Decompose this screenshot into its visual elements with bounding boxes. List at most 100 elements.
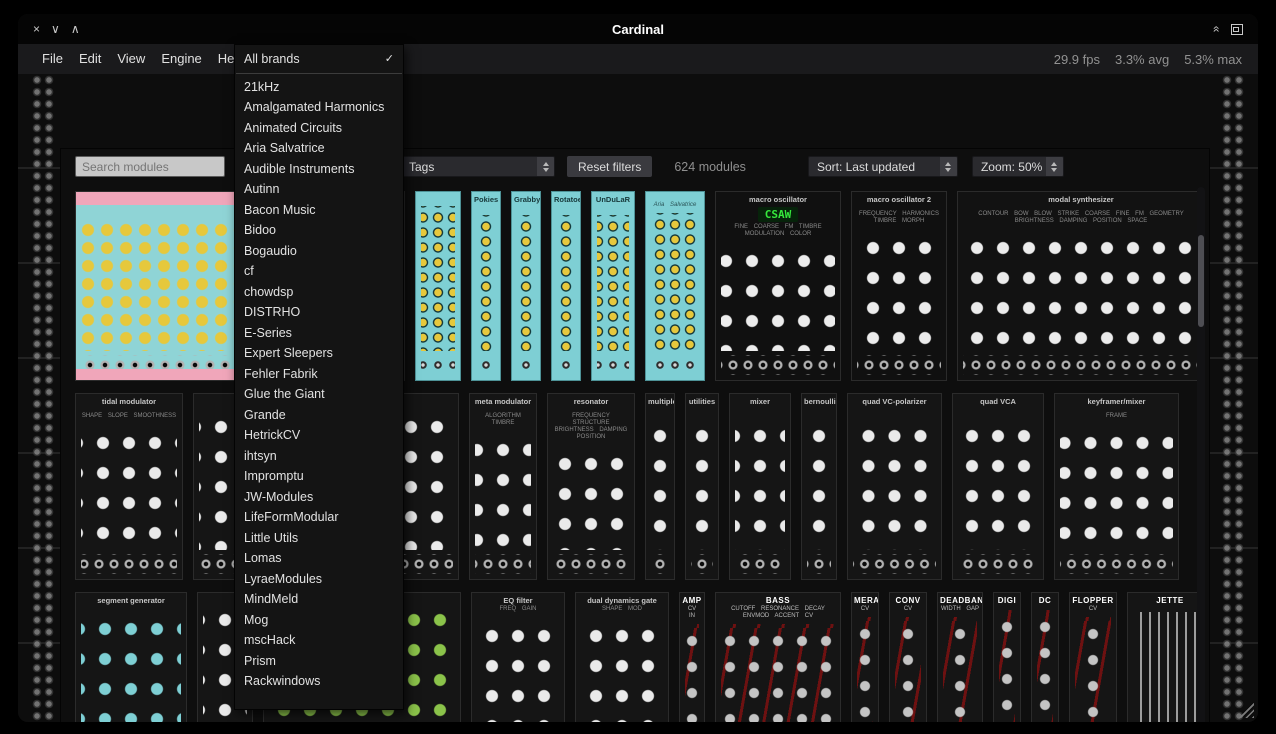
module-tile[interactable]: UnDuLaR — [591, 191, 635, 381]
reset-filters-button[interactable]: Reset filters — [567, 156, 652, 177]
module-tile[interactable]: DIGI — [993, 592, 1021, 722]
performance-stats: 29.9 fps 3.3% avg 5.3% max — [1054, 52, 1258, 67]
module-tile[interactable]: Rotatoes — [551, 191, 581, 381]
brand-option[interactable]: Bidoo — [235, 220, 403, 241]
brand-option[interactable]: E-Series — [235, 323, 403, 344]
module-tile[interactable]: utilities — [685, 393, 719, 580]
module-labels: CUTOFF RESONANCE DECAY ENVMOD ACCENT CV — [716, 606, 840, 620]
brand-option[interactable]: ihtsyn — [235, 446, 403, 467]
module-tile[interactable]: JETTE — [1127, 592, 1199, 722]
module-tile[interactable]: modal synthesizer CONTOUR BOW BLOW STRIK… — [957, 191, 1199, 381]
module-tile[interactable]: BASS CUTOFF RESONANCE DECAY ENVMOD ACCEN… — [715, 592, 841, 722]
brand-option[interactable]: mscHack — [235, 630, 403, 651]
module-tile[interactable]: keyframer/mixer FRAME — [1054, 393, 1179, 580]
titlebar: × ∨ ∧ Cardinal » — [18, 14, 1258, 44]
module-tile[interactable]: quad VC-polarizer — [847, 393, 942, 580]
module-tile[interactable]: meta modulator ALGORITHM TIMBRE — [469, 393, 537, 580]
module-tile[interactable]: multiples — [645, 393, 675, 580]
brand-option-all[interactable]: All brands ✓ — [235, 49, 403, 70]
brand-option[interactable]: Grande — [235, 405, 403, 426]
brand-option[interactable]: chowdsp — [235, 282, 403, 303]
sort-combo[interactable]: Sort: Last updated — [808, 156, 958, 177]
module-display — [1074, 207, 1088, 209]
brand-option[interactable]: Amalgamated Harmonics — [235, 97, 403, 118]
module-knobs — [685, 624, 699, 722]
menu-item[interactable]: Edit — [71, 44, 109, 74]
module-display — [991, 409, 1005, 411]
brand-option[interactable]: 21kHz — [235, 77, 403, 98]
brand-option[interactable]: Rackwindows — [235, 671, 403, 692]
module-tile[interactable]: quad VCA — [952, 393, 1044, 580]
collapse-icon[interactable]: » — [1209, 26, 1223, 33]
brand-option[interactable]: JW-Modules — [235, 487, 403, 508]
module-tile[interactable]: macro oscillator 2 FREQUENCY HARMONICS T… — [851, 191, 947, 381]
search-input[interactable] — [75, 156, 225, 177]
brand-option[interactable]: HetrickCV — [235, 425, 403, 446]
brand-option[interactable]: LifeFormModular — [235, 507, 403, 528]
menu-item[interactable]: View — [109, 44, 153, 74]
brand-option[interactable]: Expert Sleepers — [235, 343, 403, 364]
module-tile[interactable]: dual dynamics gate SHAPE MOD — [575, 592, 669, 722]
brand-option[interactable]: Little Utils — [235, 528, 403, 549]
module-ports — [81, 554, 177, 574]
zoom-combo[interactable]: Zoom: 50% — [972, 156, 1064, 177]
vertical-scrollbar[interactable] — [1197, 187, 1205, 722]
module-title: DEADBAND — [938, 593, 982, 606]
module-tile[interactable]: bernoulli gate — [801, 393, 837, 580]
close-icon[interactable]: × — [33, 14, 40, 44]
brand-option[interactable]: Fehler Fabrik — [235, 364, 403, 385]
module-labels: CV — [1070, 606, 1116, 613]
brand-option[interactable]: Prism — [235, 651, 403, 672]
module-ports — [1060, 554, 1173, 574]
brand-option[interactable]: Mog — [235, 610, 403, 631]
module-tile[interactable]: AMP CV IN — [679, 592, 705, 722]
window-controls-right: » — [1212, 22, 1258, 36]
brand-option[interactable]: LyraeModules — [235, 569, 403, 590]
brand-option[interactable]: Glue the Giant — [235, 384, 403, 405]
module-knobs — [477, 215, 495, 351]
module-tile[interactable]: CONV CV — [889, 592, 927, 722]
brand-option[interactable]: Animated Circuits — [235, 118, 403, 139]
brand-option[interactable]: Bacon Music — [235, 200, 403, 221]
module-tile[interactable]: MERA CV — [851, 592, 879, 722]
module-title: DIGI — [994, 593, 1020, 606]
module-tile[interactable]: DC — [1031, 592, 1059, 722]
module-tile[interactable]: segment generator — [75, 592, 187, 722]
module-tile[interactable]: DEADBAND WIDTH GAP — [937, 592, 983, 722]
brand-option[interactable]: cf — [235, 261, 403, 282]
menu-item[interactable]: Engine — [153, 44, 209, 74]
module-title — [416, 192, 460, 196]
module-tile[interactable]: Grabby — [511, 191, 541, 381]
module-labels: FREQUENCY STRUCTURE BRIGHTNESS DAMPING P… — [548, 413, 634, 441]
module-tile[interactable]: macro oscillator CSAW FINE COARSE FM TIM… — [715, 191, 841, 381]
module-ports — [553, 554, 629, 574]
brand-option[interactable]: Lomas — [235, 548, 403, 569]
module-title: meta modulator — [470, 394, 536, 407]
vertical-scrollbar-thumb[interactable] — [1198, 235, 1204, 327]
module-tile[interactable]: tidal modulator SHAPE SLOPE SMOOTHNESS — [75, 393, 183, 580]
chevron-down-icon[interactable]: ∨ — [51, 14, 60, 44]
tags-filter-combo[interactable]: Tags — [400, 156, 555, 177]
brand-option[interactable]: Impromptu — [235, 466, 403, 487]
maximize-icon[interactable] — [1231, 24, 1243, 35]
module-tile[interactable] — [415, 191, 461, 381]
module-display — [695, 409, 709, 411]
brand-option[interactable]: Bogaudio — [235, 241, 403, 262]
module-tile[interactable]: Aria Salvatrice — [645, 191, 705, 381]
module-tile[interactable]: mixer — [729, 393, 791, 580]
brand-option[interactable]: Autinn — [235, 179, 403, 200]
module-tile[interactable]: FLOPPER CV — [1069, 592, 1117, 722]
module-tile[interactable]: resonator FREQUENCY STRUCTURE BRIGHTNESS… — [547, 393, 635, 580]
chevron-up-icon[interactable]: ∧ — [71, 14, 80, 44]
menubar: File Edit View Engine Help 29.9 fps 3.3%… — [18, 44, 1258, 74]
checkmark-icon: ✓ — [385, 49, 394, 70]
module-tile[interactable]: EQ filter FREQ GAIN — [471, 592, 565, 722]
brand-option[interactable]: Audible Instruments — [235, 159, 403, 180]
brand-option[interactable]: DISTRHO — [235, 302, 403, 323]
module-tile[interactable]: Pokies — [471, 191, 501, 381]
brand-option[interactable]: MindMeld — [235, 589, 403, 610]
module-title: modal synthesizer — [958, 192, 1199, 205]
module-title: resonator — [548, 394, 634, 407]
menu-item[interactable]: File — [34, 44, 71, 74]
brand-option[interactable]: Aria Salvatrice — [235, 138, 403, 159]
